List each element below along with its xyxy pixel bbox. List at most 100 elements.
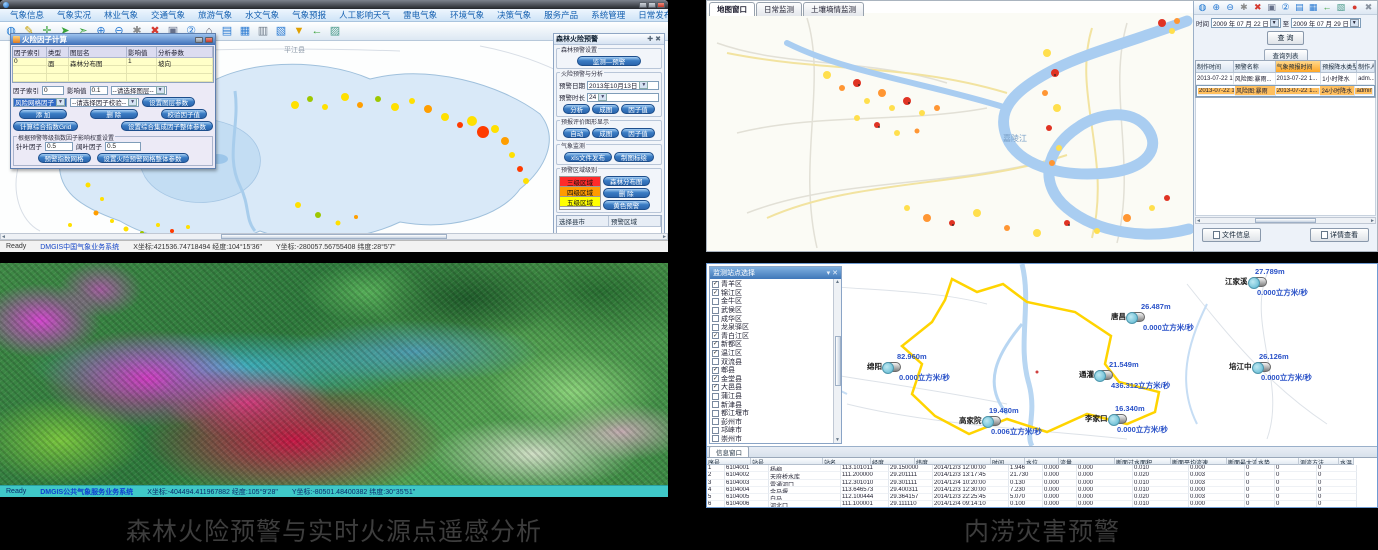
checkbox[interactable] [712,298,719,305]
broad-factor-input[interactable]: 0.5 [105,142,141,151]
column-header[interactable]: 水位 [1025,458,1059,465]
toolbar-icon[interactable]: ▤ [220,24,234,38]
station-data-table[interactable]: 序号站号站名经度纬度时间水位流量断面过水面积断面平均流速断面最大流速水势测流方法… [707,457,1377,508]
menu-item[interactable]: 气象信息 [4,9,50,21]
toolbar-icon[interactable]: ✱ [1239,2,1250,13]
toolbar-icon[interactable]: ⊕ [1211,2,1222,13]
checkbox[interactable] [712,401,719,408]
station-marker[interactable]: 82.960m 绵阳 0.000立方米/秒 [867,352,950,383]
menu-item[interactable]: 气象预报 [286,9,332,21]
column-header[interactable]: 经度 [871,458,915,465]
column-header[interactable]: 流量 [1059,458,1115,465]
toolbar-icon[interactable]: ▣ [1266,2,1277,13]
make-map2-button[interactable]: 成图 [592,128,619,138]
station-marker[interactable]: 26.126m 培江中 0.000立方米/秒 [1229,352,1312,383]
column-header[interactable]: 断面最大流速 [1227,458,1257,465]
map-hscrollbar[interactable]: ◄► [0,233,668,240]
toolbar-icon[interactable]: ● [1349,2,1360,13]
column-header[interactable]: 站号 [751,458,823,465]
checkbox[interactable] [712,324,719,331]
remote-sensing-image[interactable] [0,263,668,485]
analyze-button[interactable]: 分析 [563,104,590,114]
info-window-tab[interactable]: 信息窗口 [709,446,749,457]
menu-item[interactable]: 人工影响天气 [333,9,396,21]
station-marker[interactable]: 27.789m 江家溪 0.000立方米/秒 [1225,267,1308,298]
checkbox[interactable]: ✓ [712,281,719,288]
checkbox[interactable] [712,410,719,417]
checkbox[interactable]: ✓ [712,332,719,339]
warning-date-select[interactable]: 2013年10月13日▼ [587,81,659,90]
layer-params-button[interactable]: 设置图层参数 [142,97,195,107]
checkbox[interactable]: ✓ [712,289,719,296]
flood-map[interactable]: 嘉陵江 [707,13,1194,251]
table-header-row[interactable]: 制作时间 预警名称 气象预报时间 预报降水类型 制作人 [1196,61,1375,73]
set-integrated-button[interactable]: 设置综合集成因子整体参数 [121,121,213,131]
dialog-titlebar[interactable]: 火险因子计算 [11,34,215,45]
make-map-button[interactable]: 成图 [592,104,619,114]
checkbox[interactable] [712,418,719,425]
factor-index-input[interactable]: 0 [42,86,64,95]
column-header[interactable]: 纬度 [915,458,991,465]
layer-select[interactable]: --请选择图层--▼ [111,86,167,95]
maximize-button[interactable] [648,2,656,8]
toolbar-icon[interactable]: ▨ [328,24,342,38]
station-marker[interactable]: 19.480m 高家院 0.006立方米/秒 [959,406,1042,437]
tab-map-window[interactable]: 地图窗口 [709,2,755,16]
toolbar-icon[interactable]: ▼ [292,24,306,38]
check-factor-button[interactable]: 校验因子值 [161,109,208,119]
toolbar-icon[interactable]: ← [310,24,324,38]
toolbar-icon[interactable]: ▦ [1308,2,1319,13]
delete-button[interactable]: 删 除 [90,109,138,119]
forest-map-button[interactable]: 森林分布图 [603,176,650,186]
station-marker[interactable]: 16.340m 李家口 0.000立方米/秒 [1085,404,1168,435]
checkbox[interactable] [712,393,719,400]
list-vscrollbar[interactable]: ▲▼ [833,279,841,443]
column-header[interactable]: 站名 [823,458,871,465]
plot-button[interactable]: 制图标绘 [614,152,654,162]
checkbox[interactable] [712,358,719,365]
file-info-button[interactable]: 文件信息 [1202,228,1261,242]
table-row[interactable]: 36104003雷通河口 112.30101029.3011112014/12/… [707,480,1377,487]
toolbar-icon[interactable]: ← [1322,2,1333,13]
column-header[interactable]: 序号 [707,458,751,465]
yellow-warning-button[interactable]: 黄色预警 [603,200,650,210]
pin-icon[interactable]: ✚ [646,35,654,43]
table-row-selected[interactable]: 2013-07-22 1... 风险图:暴雨 2013-07-22 1... 2… [1196,85,1375,97]
table-row[interactable]: 56104005白马 112.10044429.3641572014/12/3 … [707,494,1377,501]
xls-publish-button[interactable]: xls文件发布 [564,152,612,162]
checkbox[interactable]: ✓ [712,375,719,382]
column-header[interactable]: 断面过水面积 [1115,458,1171,465]
station-marker[interactable]: 21.549m 通灌 436.312立方米/秒 [1079,360,1170,391]
station-checkbox-row[interactable]: 崇州市 [712,435,841,443]
checkbox[interactable]: ✓ [712,384,719,391]
menu-item[interactable]: 服务产品 [538,9,584,21]
menu-item[interactable]: 林业气象 [98,9,144,21]
column-header[interactable]: 测流方法 [1299,458,1339,465]
checkbox[interactable] [712,435,719,442]
column-header[interactable]: 断面平均流速 [1171,458,1227,465]
date-from-input[interactable]: 2009 年 07 月 22 日▼ [1211,18,1281,28]
query-button[interactable]: 查 询 [1267,31,1305,45]
toolbar-icon[interactable]: ▧ [274,24,288,38]
menu-item[interactable]: 水文气象 [239,9,285,21]
table-row[interactable]: 16104001杨柳 113.10101129.1500002014/12/3 … [707,465,1377,472]
column-header[interactable]: 时间 [991,458,1025,465]
dialog-close-button[interactable] [205,37,213,43]
toolbar-icon[interactable]: ◍ [1197,2,1208,13]
dialog-minimize-button[interactable] [195,37,203,43]
toolbar-icon[interactable]: ⊖ [1225,2,1236,13]
close-icon[interactable]: ✕ [832,269,838,277]
delete-area-button[interactable]: 删 除 [603,188,650,198]
window-titlebar[interactable] [0,0,668,9]
toolbar-icon[interactable]: ▦ [238,24,252,38]
toolbar-icon[interactable]: ▤ [1294,2,1305,13]
toolbar-icon[interactable]: ▧ [1335,2,1346,13]
toolbar-icon[interactable]: ▥ [256,24,270,38]
menu-item[interactable]: 日常发布 [632,9,668,21]
menu-item[interactable]: 气象实况 [51,9,97,21]
detail-view-button[interactable]: 详情查看 [1310,228,1369,242]
station-marker[interactable]: 26.487m 唐昌 0.000立方米/秒 [1111,302,1194,333]
collapse-icon[interactable]: ▾ [827,269,831,277]
menu-item[interactable]: 环境气象 [444,9,490,21]
date-to-input[interactable]: 2009 年 07 月 29 日▼ [1291,18,1361,28]
